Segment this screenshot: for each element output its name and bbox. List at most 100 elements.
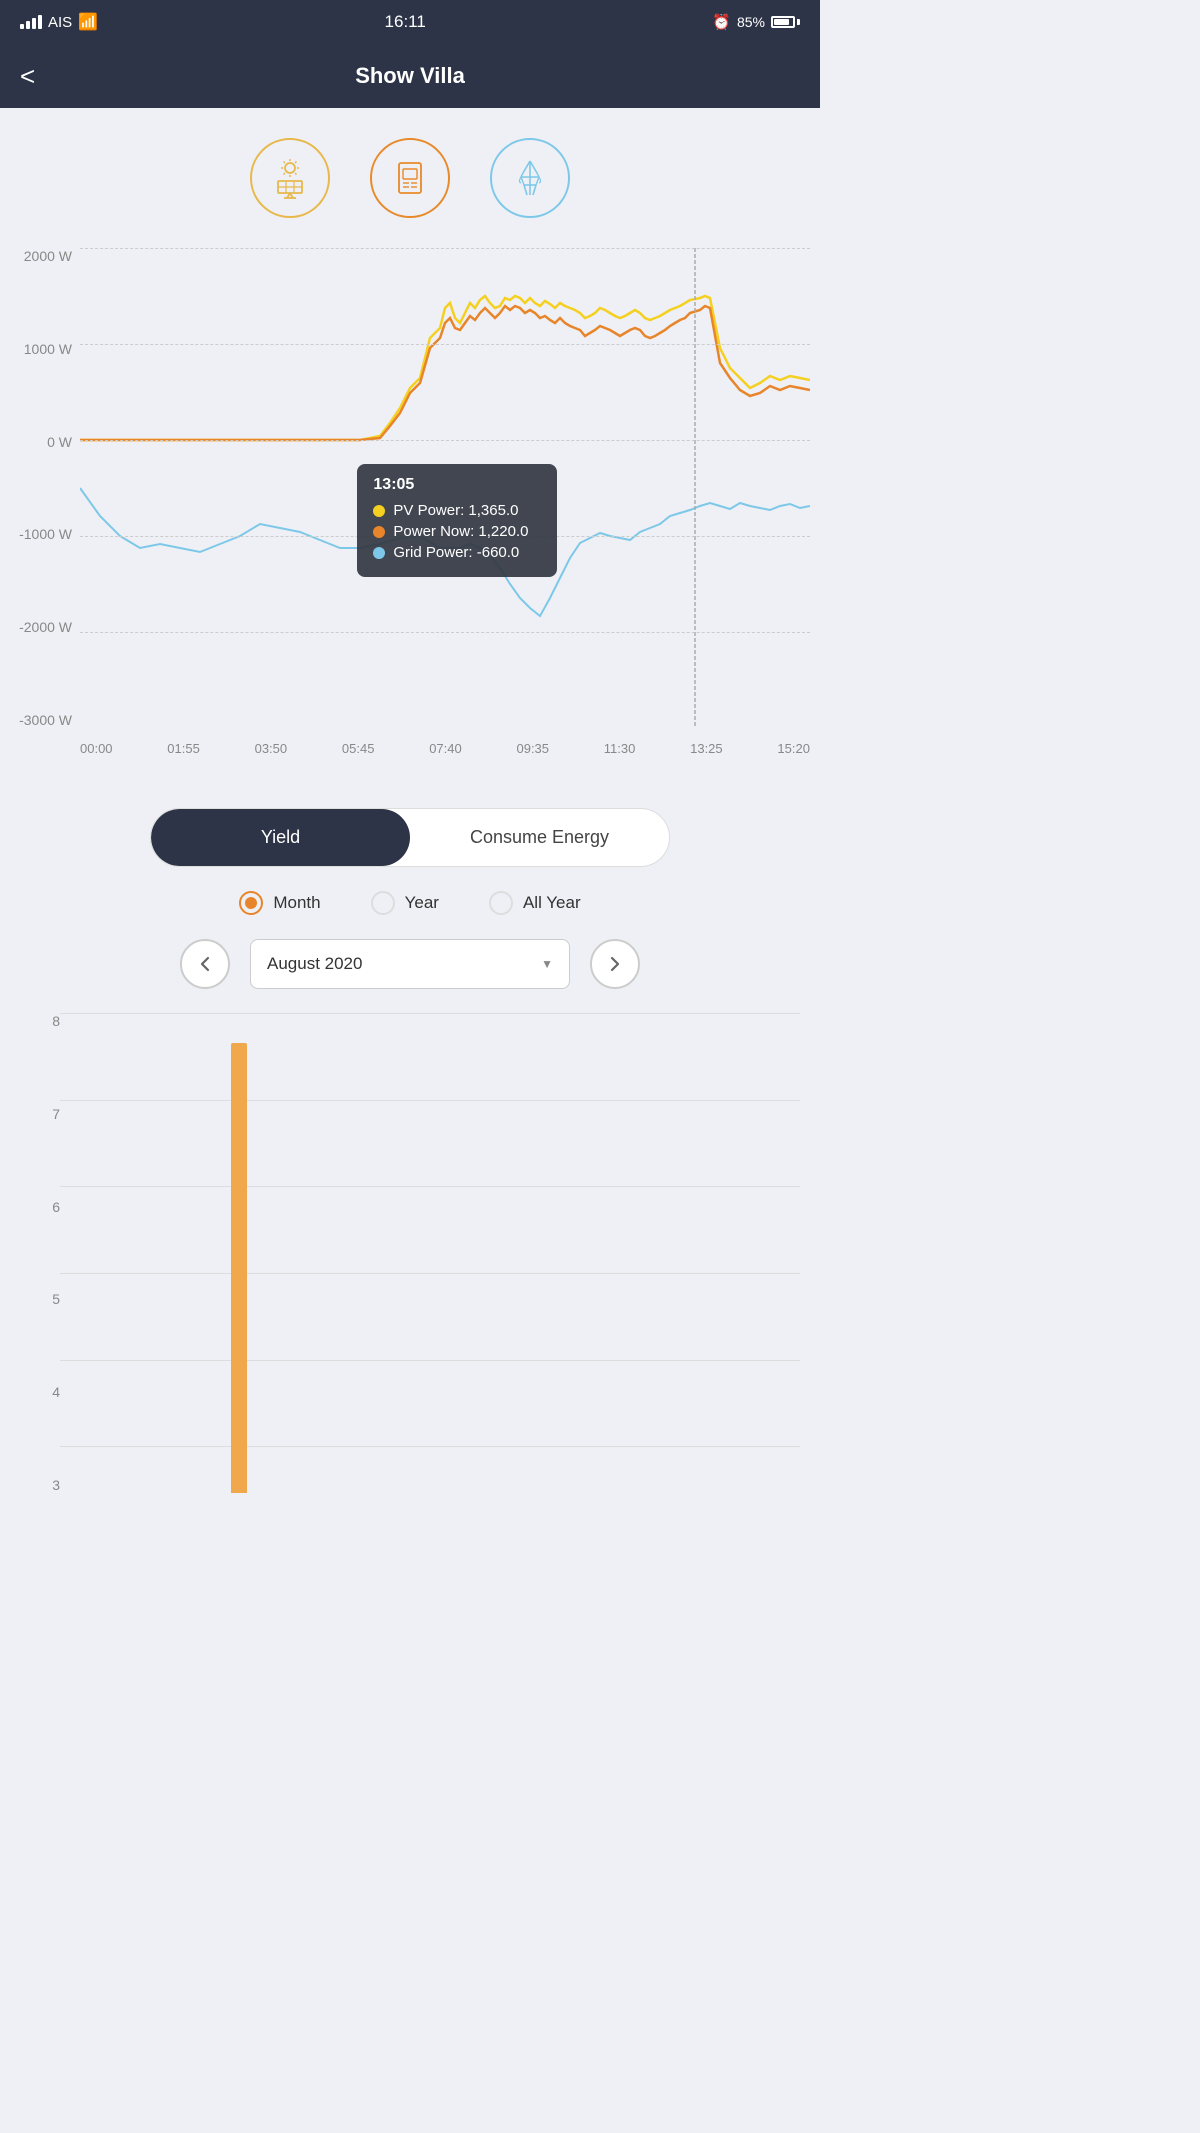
bar-column-5 xyxy=(156,1013,180,1493)
radio-label-all-year: All Year xyxy=(523,893,581,913)
device-icons-row xyxy=(0,108,820,238)
tooltip-grid-row: Grid Power: -660.0 xyxy=(373,544,541,561)
bar-y-3: 3 xyxy=(20,1477,60,1493)
bar-column-19 xyxy=(490,1013,514,1493)
bar-chart-area xyxy=(60,1013,800,1493)
date-nav: August 2020 ▼ xyxy=(0,939,820,1013)
grid-line-0 xyxy=(80,440,810,441)
meter-icon[interactable] xyxy=(370,138,450,218)
bar-column-20 xyxy=(514,1013,538,1493)
chart-tooltip: 13:05 PV Power: 1,365.0 Power Now: 1,220… xyxy=(357,464,557,577)
next-date-button[interactable] xyxy=(590,939,640,989)
bar-column-24 xyxy=(609,1013,633,1493)
bar-column-18 xyxy=(466,1013,490,1493)
bar-y-5: 5 xyxy=(20,1291,60,1307)
bar-column-25 xyxy=(633,1013,657,1493)
tooltip-pv-row: PV Power: 1,365.0 xyxy=(373,502,541,519)
bar-column-9 xyxy=(251,1013,275,1493)
bar-y-4: 4 xyxy=(20,1384,60,1400)
bar-column-16 xyxy=(418,1013,442,1493)
x-label-1130: 11:30 xyxy=(604,741,636,756)
bar-column-12 xyxy=(323,1013,347,1493)
bar-column-23 xyxy=(585,1013,609,1493)
radio-circle-all-year xyxy=(489,891,513,915)
battery-percent: 85% xyxy=(737,14,765,30)
radio-label-month: Month xyxy=(273,893,320,913)
radio-year[interactable]: Year xyxy=(371,891,439,915)
carrier-label: AIS xyxy=(48,14,72,31)
tooltip-time: 13:05 xyxy=(373,476,541,494)
wifi-icon: 📶 xyxy=(78,12,98,32)
bar-chart-wrapper: 8 7 6 5 4 3 xyxy=(20,1013,800,1533)
consume-energy-toggle-button[interactable]: Consume Energy xyxy=(410,809,669,866)
radio-month[interactable]: Month xyxy=(239,891,320,915)
chevron-right-icon xyxy=(606,955,624,973)
solar-panel-icon[interactable] xyxy=(250,138,330,218)
bar-column-30 xyxy=(752,1013,776,1493)
bar-column-14 xyxy=(370,1013,394,1493)
x-label-1520: 15:20 xyxy=(777,741,810,756)
y-axis: 2000 W 1000 W 0 W -1000 W -2000 W -3000 … xyxy=(10,248,80,728)
line-chart-container: 2000 W 1000 W 0 W -1000 W -2000 W -3000 … xyxy=(10,238,810,778)
bar-column-27 xyxy=(681,1013,705,1493)
x-label-1325: 13:25 xyxy=(690,741,723,756)
current-date-label: August 2020 xyxy=(267,954,362,974)
y-label-2000: 2000 W xyxy=(10,248,80,264)
bar-column-15 xyxy=(394,1013,418,1493)
grid-tower-icon[interactable] xyxy=(490,138,570,218)
bar-column-26 xyxy=(657,1013,681,1493)
bar-column-4 xyxy=(132,1013,156,1493)
status-time: 16:11 xyxy=(385,12,426,32)
status-bar: AIS 📶 16:11 ⏰ 85% xyxy=(0,0,820,44)
bar-column-11 xyxy=(299,1013,323,1493)
x-label-0155: 01:55 xyxy=(167,741,200,756)
tooltip-pv-dot xyxy=(373,505,385,517)
bar-column-3 xyxy=(108,1013,132,1493)
battery-icon xyxy=(771,16,800,28)
back-button[interactable]: < xyxy=(20,61,35,92)
yield-toggle-button[interactable]: Yield xyxy=(151,809,410,866)
bar-y-8: 8 xyxy=(20,1013,60,1029)
date-selector[interactable]: August 2020 ▼ xyxy=(250,939,570,989)
bar-column-21 xyxy=(538,1013,562,1493)
bar-column-22 xyxy=(561,1013,585,1493)
tooltip-power-dot xyxy=(373,526,385,538)
bar-column-10 xyxy=(275,1013,299,1493)
bar-column-7 xyxy=(203,1013,227,1493)
bar-column-28 xyxy=(705,1013,729,1493)
bar-y-axis: 8 7 6 5 4 3 xyxy=(20,1013,60,1493)
x-axis: 00:00 01:55 03:50 05:45 07:40 09:35 11:3… xyxy=(80,728,810,768)
y-label-1000: 1000 W xyxy=(10,341,80,357)
toggle-container: Yield Consume Energy xyxy=(20,808,800,867)
line-chart-wrapper: 2000 W 1000 W 0 W -1000 W -2000 W -3000 … xyxy=(10,248,810,768)
chevron-left-icon xyxy=(196,955,214,973)
y-label-neg3000: -3000 W xyxy=(10,712,80,728)
bar-column-6 xyxy=(179,1013,203,1493)
radio-group: Month Year All Year xyxy=(0,867,820,939)
prev-date-button[interactable] xyxy=(180,939,230,989)
bar-y-7: 7 xyxy=(20,1106,60,1122)
toggle-group: Yield Consume Energy xyxy=(150,808,670,867)
x-label-0350: 03:50 xyxy=(255,741,288,756)
radio-label-year: Year xyxy=(405,893,439,913)
dropdown-arrow-icon: ▼ xyxy=(541,957,553,971)
radio-circle-month xyxy=(239,891,263,915)
y-label-0: 0 W xyxy=(10,434,80,450)
tooltip-pv-label: PV Power: 1,365.0 xyxy=(393,502,518,519)
status-left: AIS 📶 xyxy=(20,12,98,32)
grid-line-1000 xyxy=(80,344,810,345)
x-label-0000: 00:00 xyxy=(80,741,113,756)
line-chart-area: 13:05 PV Power: 1,365.0 Power Now: 1,220… xyxy=(80,248,810,728)
y-label-neg2000: -2000 W xyxy=(10,619,80,635)
radio-all-year[interactable]: All Year xyxy=(489,891,581,915)
bar-8[interactable] xyxy=(231,1043,248,1493)
page-title: Show Villa xyxy=(355,63,465,89)
alarm-icon: ⏰ xyxy=(712,13,731,31)
x-label-0740: 07:40 xyxy=(429,741,462,756)
bar-column-13 xyxy=(347,1013,371,1493)
tooltip-grid-dot xyxy=(373,547,385,559)
app-header: < Show Villa xyxy=(0,44,820,108)
bar-column-31 xyxy=(776,1013,800,1493)
tooltip-power-label: Power Now: 1,220.0 xyxy=(393,523,528,540)
status-right: ⏰ 85% xyxy=(712,13,800,31)
